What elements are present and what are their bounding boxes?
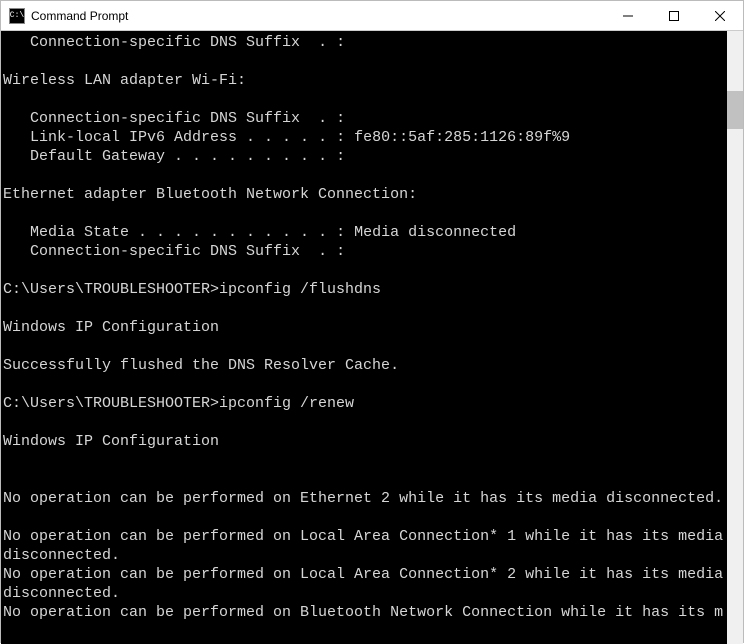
close-button[interactable] [697,1,743,30]
terminal-line: No operation can be performed on Etherne… [3,489,727,508]
terminal-line: Ethernet adapter Bluetooth Network Conne… [3,185,727,204]
maximize-icon [669,11,679,21]
minimize-button[interactable] [605,1,651,30]
terminal-line: Connection-specific DNS Suffix . : [3,242,727,261]
terminal-line: Windows IP Configuration [3,318,727,337]
terminal-line: Connection-specific DNS Suffix . : [3,33,727,52]
cmd-icon: C:\ [9,8,25,24]
titlebar: C:\ Command Prompt [1,1,743,31]
terminal-line [3,470,727,489]
terminal-line [3,451,727,470]
window-controls [605,1,743,30]
terminal-line: Default Gateway . . . . . . . . . : [3,147,727,166]
window-title: Command Prompt [31,9,128,23]
terminal-line: Successfully flushed the DNS Resolver Ca… [3,356,727,375]
terminal-output[interactable]: Connection-specific DNS Suffix . : Wirele… [1,31,727,644]
terminal-line [3,52,727,71]
terminal-line: No operation can be performed on Bluetoo… [3,603,727,622]
terminal-line: Wireless LAN adapter Wi-Fi: [3,71,727,90]
vertical-scrollbar[interactable] [727,31,743,644]
terminal-line [3,166,727,185]
content-area: Connection-specific DNS Suffix . : Wirele… [1,31,743,644]
terminal-line: C:\Users\TROUBLESHOOTER>ipconfig /flushd… [3,280,727,299]
terminal-line [3,413,727,432]
terminal-line: No operation can be performed on Local A… [3,565,727,603]
terminal-line [3,204,727,223]
terminal-line [3,299,727,318]
close-icon [715,11,725,21]
scrollbar-thumb[interactable] [727,91,743,129]
minimize-icon [623,11,633,21]
maximize-button[interactable] [651,1,697,30]
terminal-line [3,508,727,527]
terminal-line [3,375,727,394]
terminal-line: Windows IP Configuration [3,432,727,451]
terminal-line [3,261,727,280]
terminal-line: Link-local IPv6 Address . . . . . : fe80… [3,128,727,147]
terminal-line [3,90,727,109]
terminal-line: C:\Users\TROUBLESHOOTER>ipconfig /renew [3,394,727,413]
terminal-line: Media State . . . . . . . . . . . : Medi… [3,223,727,242]
terminal-line: Connection-specific DNS Suffix . : [3,109,727,128]
terminal-line: No operation can be performed on Local A… [3,527,727,565]
terminal-line [3,337,727,356]
